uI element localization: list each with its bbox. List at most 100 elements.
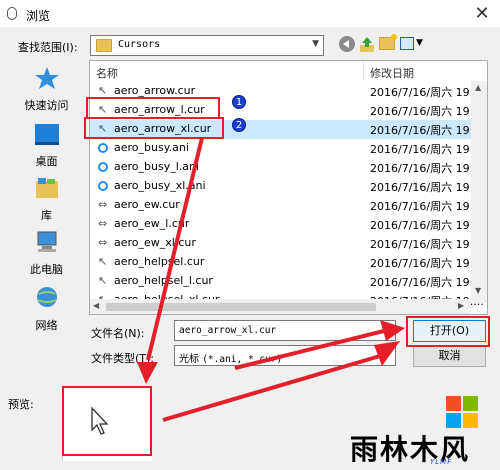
close-button[interactable]: ✕ — [470, 3, 494, 24]
scroll-thumb[interactable] — [106, 303, 376, 311]
highlight-box — [86, 97, 220, 119]
highlight-box — [406, 316, 490, 347]
folder-icon — [96, 39, 112, 52]
step-badge-2: 2 — [232, 118, 246, 132]
file-name: aero_ew_l.cur — [114, 217, 190, 230]
file-date: 2016/7/16/周六 19:... — [370, 124, 484, 137]
windows-logo — [446, 396, 478, 428]
place-desktop[interactable]: 桌面 — [8, 122, 85, 169]
file-name: aero_busy.ani — [114, 141, 189, 154]
ew-cursor-icon: ⇔ — [98, 198, 108, 211]
filetype-pattern: (*.ani, *.cur) — [202, 354, 283, 365]
ew-cursor-icon: ⇔ — [98, 236, 108, 249]
file-row[interactable]: aero_busy_l.ani 2016/7/16/周六 19:... — [90, 158, 484, 177]
file-date: 2016/7/16/周六 19:... — [370, 276, 484, 289]
file-name: aero_helpsel_l.cur — [114, 274, 213, 287]
file-name: aero_helpsel.cur — [114, 255, 205, 268]
file-date: 2016/7/16/周六 19:... — [370, 219, 484, 232]
file-date: 2016/7/16/周六 19:... — [370, 257, 484, 270]
file-row[interactable]: ⇔ aero_ew_xl.cur 2016/7/16/周六 19:... — [90, 234, 484, 253]
computer-icon — [37, 231, 56, 252]
busy-cursor-icon — [98, 143, 108, 153]
place-quick-access[interactable]: 快速访问 — [8, 66, 85, 113]
file-row[interactable]: ⇔ aero_ew.cur 2016/7/16/周六 19:... — [90, 196, 484, 215]
logo-tile — [463, 413, 478, 428]
file-name: aero_busy_xl.ani — [114, 179, 206, 192]
desktop-icon — [34, 124, 59, 145]
file-date: 2016/7/16/周六 19:... — [370, 181, 484, 194]
logo-tile — [446, 396, 461, 411]
sort-up-icon: ^ — [220, 60, 227, 66]
back-button[interactable] — [339, 36, 355, 52]
help-cursor-icon: ↖ — [98, 255, 108, 268]
scroll-down-icon[interactable]: ▼ — [475, 286, 481, 295]
library-icon — [35, 178, 58, 198]
step-badge-1: 1 — [232, 95, 246, 109]
file-name: aero_ew_xl.cur — [114, 236, 196, 249]
file-date: 2016/7/16/周六 19:... — [370, 162, 484, 175]
busy-cursor-icon — [98, 162, 108, 172]
chevron-down-icon[interactable]: ▼ — [416, 38, 423, 48]
chevron-down-icon[interactable]: ▼ — [384, 324, 391, 334]
star-icon — [34, 67, 59, 89]
filename-label: 文件名(N): — [91, 327, 145, 340]
lookin-combobox[interactable]: Cursors ▼ — [90, 35, 324, 56]
logo-tile — [446, 413, 461, 428]
chevron-down-icon[interactable]: ▼ — [312, 39, 319, 49]
new-folder-icon[interactable] — [379, 34, 397, 50]
filetype-value: 光标 (*.ani, *.cur) — [179, 350, 282, 365]
cancel-button[interactable]: 取消 — [413, 345, 486, 367]
file-name: aero_busy_l.ani — [114, 160, 200, 173]
file-row[interactable]: ⇔ aero_ew_l.cur 2016/7/16/周六 19:... — [90, 215, 484, 234]
scroll-right-icon[interactable]: ▶ — [458, 301, 464, 310]
up-folder-icon[interactable] — [360, 36, 374, 52]
file-row[interactable]: ↖ aero_helpsel_l.cur 2016/7/16/周六 19:... — [90, 272, 484, 291]
file-date: 2016/7/16/周六 19:... — [370, 105, 484, 118]
file-date: 2016/7/16/周六 19:... — [370, 200, 484, 213]
lookin-value: Cursors — [118, 39, 161, 50]
filename-value: aero_arrow_xl.cur — [179, 325, 277, 336]
ew-cursor-icon: ⇔ — [98, 217, 108, 230]
horizontal-scrollbar[interactable]: ◀ ▶ — [90, 299, 471, 314]
place-label: 网络 — [35, 319, 58, 332]
file-date: 2016/7/16/周六 19:... — [370, 143, 484, 156]
filetype-label: 文件类型(T): — [91, 352, 155, 365]
place-label: 库 — [41, 209, 52, 222]
file-date: 2016/7/16/周六 19:... — [370, 238, 484, 251]
place-label: 快速访问 — [24, 99, 69, 112]
highlight-box — [62, 386, 152, 456]
file-row[interactable]: aero_busy_xl.ani 2016/7/16/周六 19:... — [90, 177, 484, 196]
file-row[interactable]: aero_busy.ani 2016/7/16/周六 19:... — [90, 139, 484, 158]
mouse-icon — [7, 7, 17, 20]
column-separator[interactable] — [363, 61, 364, 81]
place-library[interactable]: 库 — [8, 176, 85, 223]
place-network[interactable]: 网络 — [8, 286, 85, 333]
view-menu-icon[interactable] — [400, 37, 414, 50]
brand-logo-sub: YLMF — [430, 458, 453, 466]
title-bar: 浏览 ✕ — [0, 0, 500, 28]
scroll-left-icon[interactable]: ◀ — [93, 301, 99, 310]
arrow-cursor-icon: ↖ — [98, 84, 108, 97]
place-label: 此电脑 — [30, 263, 63, 276]
scroll-up-icon[interactable]: ▲ — [475, 83, 481, 92]
help-cursor-icon: ↖ — [98, 274, 108, 287]
file-name: aero_ew.cur — [114, 198, 180, 211]
preview-label: 预览: — [8, 398, 34, 411]
lookin-label: 查找范围(I): — [18, 41, 78, 54]
filename-input[interactable]: aero_arrow_xl.cur ▼ — [174, 320, 396, 341]
file-row[interactable]: ↖ aero_helpsel.cur 2016/7/16/周六 19:... — [90, 253, 484, 272]
filetype-prefix: 光标 — [179, 354, 203, 365]
places-bar: 快速访问 桌面 库 此电脑 网络 — [8, 60, 85, 340]
vertical-scrollbar[interactable]: ▲ ▼ — [471, 81, 487, 303]
logo-tile — [463, 396, 478, 411]
column-header-name[interactable]: 名称 — [96, 65, 118, 81]
highlight-box — [84, 117, 224, 139]
column-header-date[interactable]: 修改日期 — [370, 65, 414, 81]
place-this-pc[interactable]: 此电脑 — [8, 230, 85, 277]
place-label: 桌面 — [35, 155, 58, 168]
window-title: 浏览 — [26, 9, 51, 23]
busy-cursor-icon — [98, 181, 108, 191]
filetype-select[interactable]: 光标 (*.ani, *.cur) — [174, 345, 396, 366]
file-name: aero_arrow.cur — [114, 84, 196, 97]
file-date: 2016/7/16/周六 19:... — [370, 86, 484, 99]
